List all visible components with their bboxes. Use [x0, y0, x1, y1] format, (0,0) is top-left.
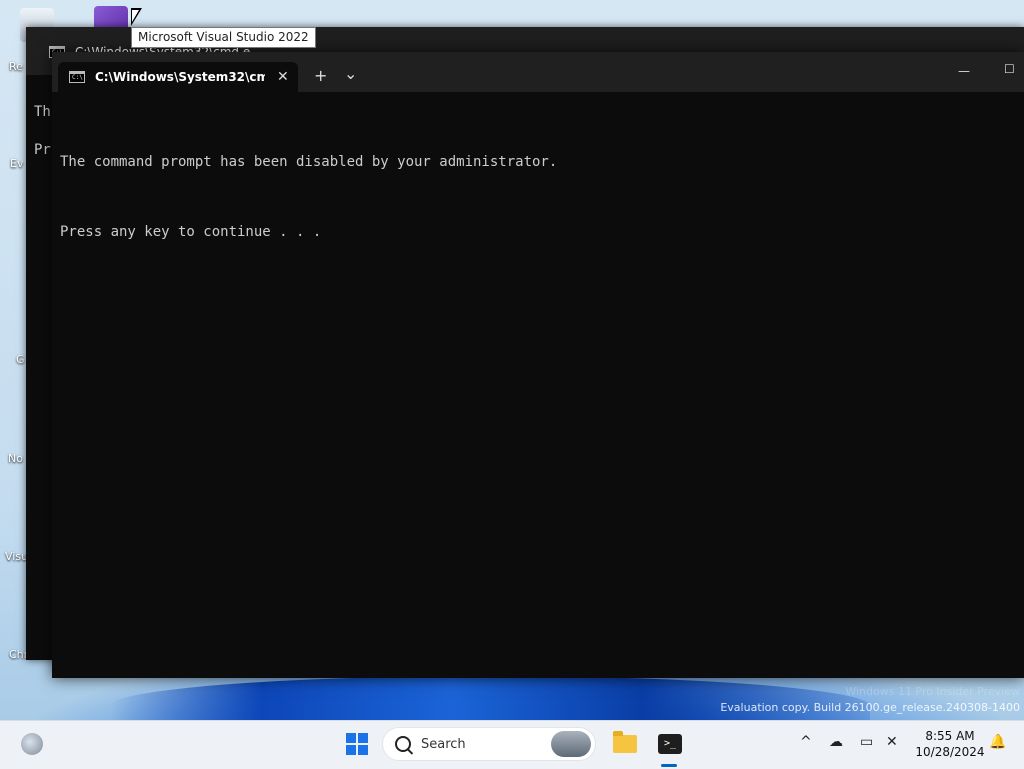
cmd-icon: C:\	[69, 71, 85, 83]
taskbar-search[interactable]: Search	[382, 727, 596, 761]
windows-start-icon	[346, 733, 368, 755]
terminal-line: Press any key to continue . . .	[60, 224, 322, 240]
desktop-label-g: G	[16, 353, 25, 366]
new-tab-button[interactable]: +	[314, 66, 327, 85]
back-window-text: Th Pr	[34, 93, 51, 169]
tab-cmd[interactable]: C:\ C:\Windows\System32\cmd.e ✕	[58, 62, 298, 92]
desktop-label-ev: Ev	[10, 157, 24, 170]
file-explorer-button[interactable]	[610, 720, 640, 768]
tooltip: Microsoft Visual Studio 2022	[131, 27, 316, 48]
maximize-button[interactable]: ☐	[1004, 62, 1015, 76]
active-app-indicator	[661, 764, 677, 767]
watermark-line-2: Evaluation copy. Build 26100.ge_release.…	[720, 701, 1020, 714]
network-icon[interactable]: ▭	[860, 734, 873, 750]
cloud-offline-icon[interactable]: ☁	[829, 734, 843, 750]
system-clock[interactable]: 8:55 AM 10/28/2024	[912, 728, 988, 760]
search-input[interactable]: Search	[421, 737, 466, 752]
minimize-button[interactable]: —	[958, 64, 970, 78]
tab-close-icon[interactable]: ✕	[277, 69, 289, 85]
widgets-button[interactable]	[18, 720, 46, 768]
desktop-label-recycle: Re	[9, 60, 23, 73]
volume-muted-icon[interactable]: ✕	[886, 734, 898, 750]
chevron-up-icon[interactable]: ^	[800, 734, 812, 750]
terminal-taskbar-button[interactable]: >_	[655, 720, 685, 768]
desktop-label-visual-studio: Visu	[5, 550, 29, 563]
mouse-pointer-icon	[131, 8, 142, 26]
widgets-icon	[21, 733, 43, 755]
back-line-1: Th	[34, 104, 51, 120]
clock-date: 10/28/2024	[915, 745, 985, 759]
evaluation-watermark: Windows 11 Pro Insider Preview Evaluatio…	[720, 684, 1020, 716]
desktop-label-notepad: No	[8, 452, 23, 465]
terminal-line: The command prompt has been disabled by …	[60, 154, 558, 170]
notification-bell-icon[interactable]: 🔔	[989, 734, 1006, 750]
tab-title: C:\Windows\System32\cmd.e	[95, 70, 265, 84]
clock-time: 8:55 AM	[925, 729, 975, 743]
tab-dropdown-icon[interactable]: ⌄	[344, 64, 357, 83]
search-icon	[395, 736, 411, 752]
terminal-icon: >_	[658, 734, 682, 754]
folder-icon	[613, 731, 637, 753]
start-button[interactable]	[343, 720, 371, 768]
search-highlight-image	[551, 731, 591, 757]
watermark-line-1: Windows 11 Pro Insider Preview	[845, 685, 1020, 698]
back-line-2: Pr	[34, 142, 51, 158]
terminal-window[interactable]: C:\ C:\Windows\System32\cmd.e ✕ + ⌄ — ☐ …	[52, 52, 1024, 678]
terminal-output: The command prompt has been disabled by …	[60, 120, 557, 292]
